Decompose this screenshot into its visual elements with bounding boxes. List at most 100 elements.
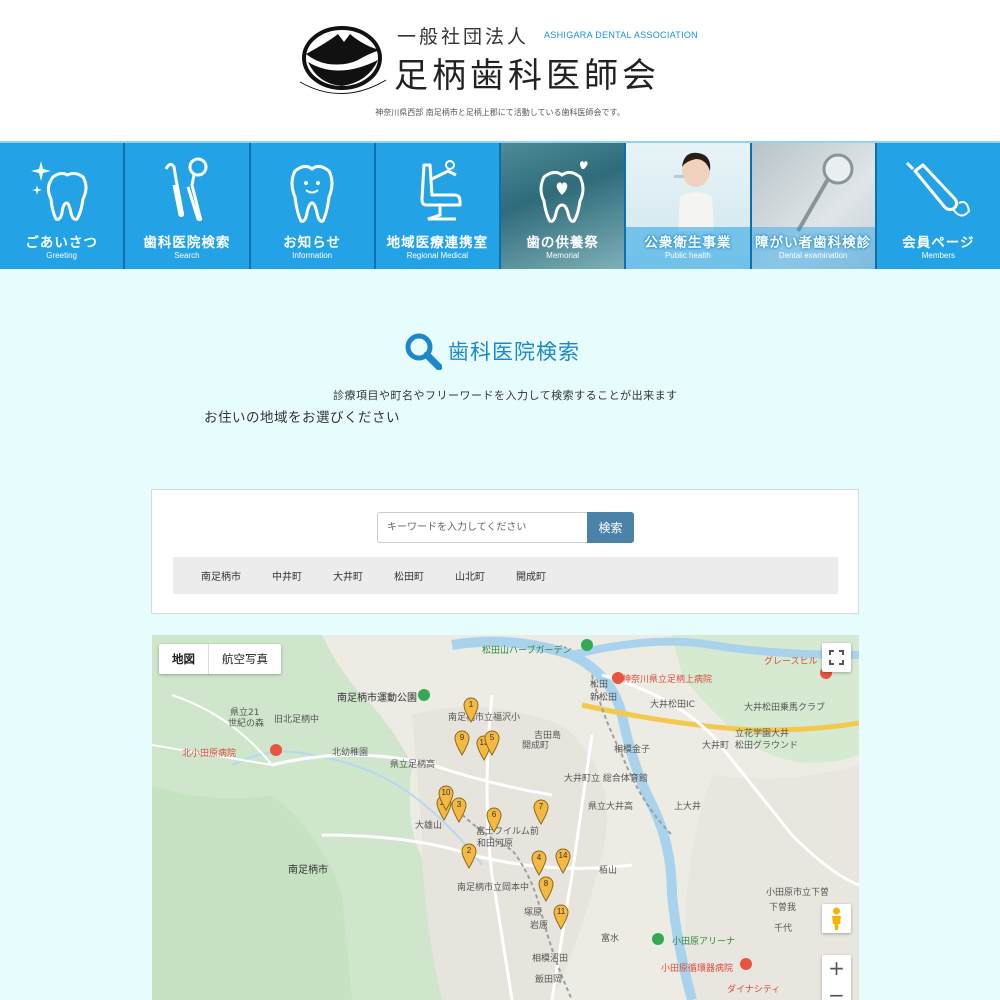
nav-sublabel: Regional Medical [406,251,469,260]
section-title: 歯科医院検索 [404,332,580,370]
hospital-poi-icon[interactable] [270,744,282,756]
clinic-marker[interactable]: 8 [538,876,554,902]
nav-item-members[interactable]: 会員ページ Members [876,143,1000,269]
org-prefix: 一般社団法人 [397,26,530,48]
map-label: 和田河原 [477,839,514,849]
park-poi-icon[interactable] [418,689,430,701]
clinic-map[interactable]: 松田山ハーブガーデン 神奈川県立足柄上病院 グレースヒル 南足柄市運動公園 県立… [152,635,859,1000]
nav-item-memorial[interactable]: 歯の供養祭 Memorial [501,143,627,269]
nav-label: ごあいさつ [25,235,98,251]
nav-label: 公衆衛生事業 [644,235,732,251]
map-label: 大井松田IC [650,700,695,710]
clinic-marker[interactable]: 5 [484,730,500,756]
nav-sublabel: Members [921,251,956,260]
site-header: 一般社団法人 ASHIGARA DENTAL ASSOCIATION 足柄歯科医… [0,0,1000,141]
keyword-input[interactable] [377,512,588,543]
map-label: 県立足柄高 [390,760,436,770]
map-label: 相模沼田 [532,954,569,964]
marker-number: 10 [441,788,451,797]
map-label: 飯田岡 [535,975,563,985]
marker-number: 2 [466,846,472,855]
marker-number: 8 [543,879,549,888]
org-name[interactable]: 足柄歯科医師会 [394,48,660,97]
pegman-icon [832,907,841,930]
map-label: 相模金子 [614,745,651,755]
nav-label: 会員ページ [902,235,975,251]
search-panel: 検索 南足柄市 中井町 大井町 松田町 山北町 開成町 [151,489,859,614]
map-type-control: 地図 航空写真 [159,644,281,674]
town-link-matsuda[interactable]: 松田町 [394,568,424,583]
marker-number: 6 [491,810,497,819]
park-poi-icon[interactable] [581,639,593,651]
nav-label: お知らせ [283,235,341,251]
nav-label: 歯科医院検索 [143,235,231,251]
town-link-minamiashigara[interactable]: 南足柄市 [201,568,241,583]
map-label: 小田原循環器病院 [661,964,734,974]
street-view-button[interactable] [822,904,851,933]
hospital-poi-icon[interactable] [740,958,752,970]
town-link-oi[interactable]: 大井町 [333,568,363,583]
sparkle-tooth-icon [30,161,88,221]
map-label: 南足柄市運動公園 [337,693,417,704]
association-logo-icon[interactable] [298,20,390,98]
clinic-marker[interactable]: 2 [461,843,477,869]
map-label: 千代 [774,924,793,934]
fullscreen-icon [829,650,844,665]
town-link-kaisei[interactable]: 開成町 [516,568,546,583]
nav-item-public-health[interactable]: 公衆衛生事業 Public health [626,143,752,269]
marker-number: 14 [558,851,568,860]
nav-item-regional-medical[interactable]: 地域医療連携室 Regional Medical [375,143,501,269]
map-label: 大井町 [702,741,730,751]
fullscreen-button[interactable] [822,643,851,672]
nav-label: 地域医療連携室 [386,235,489,251]
map-label: 北幼稚園 [332,748,369,758]
nav-item-greeting[interactable]: ごあいさつ Greeting [0,143,126,269]
map-label: 上大井 [674,802,702,812]
dental-drill-icon [906,161,971,217]
marker-number: 9 [459,733,465,742]
nav-sublabel: Dental examination [778,251,848,260]
clinic-marker[interactable]: 14 [555,848,571,874]
nav-sublabel: Greeting [46,251,77,260]
clinic-marker[interactable]: 11 [553,904,569,930]
map-label: 富水 [601,934,620,944]
town-link-yamakita[interactable]: 山北町 [455,568,485,583]
dental-mirror-photo [795,153,853,232]
clinic-marker[interactable]: 10 [438,785,454,811]
map-label: 岩原 [530,921,549,931]
search-button[interactable]: 検索 [587,512,634,543]
search-description: 診療項目や町名やフリーワードを入力して検索することが出来ます [333,389,678,402]
map-label: 小田原市立下曽 [766,888,830,898]
map-label: 新松田 [590,693,618,703]
nav-item-search[interactable]: 歯科医院検索 Search [125,143,251,269]
town-link-nakai[interactable]: 中井町 [272,568,302,583]
map-label: 松田グラウンド [735,741,799,751]
nav-sublabel: Search [174,251,200,260]
zoom-in-button[interactable]: + [822,955,851,982]
map-type-satellite-button[interactable]: 航空写真 [209,644,281,674]
clinic-marker[interactable]: 6 [486,807,502,833]
clinic-marker[interactable]: 1 [463,697,479,723]
map-label: 県立大井高 [588,802,634,812]
nav-label: 障がい者歯科検診 [755,235,872,251]
map-label: 南足柄市立福沢小 [448,713,521,723]
hospital-poi-icon[interactable] [612,672,624,684]
map-label: 開成町 [522,741,550,751]
map-type-roadmap-button[interactable]: 地図 [159,644,209,674]
clinic-marker[interactable]: 9 [454,730,470,756]
zoom-out-button[interactable]: − [822,982,851,1000]
tagline: 神奈川県西部 南足柄市と足柄上郡にて活動している歯科医師会です。 [375,108,625,117]
map-label: 大井松田乗馬クラブ [744,703,826,713]
map-label: 大井町立 総合体育館 [564,774,648,784]
nav-item-information[interactable]: お知らせ Information [250,143,376,269]
map-label: 松田山ハーブガーデン [482,646,572,656]
main-nav: ごあいさつ Greeting 歯科医院検索 Search お知らせ Inform… [0,141,1000,269]
map-label: 神奈川県立足柄上病院 [622,675,713,685]
nav-label: 歯の供養祭 [526,235,599,251]
clinic-marker[interactable]: 7 [533,799,549,825]
nav-item-dental-examination[interactable]: 障がい者歯科検診 Dental examination [751,143,877,269]
area-heading: お住いの地域をお選びください [204,410,400,426]
dental-chair-icon [420,160,462,221]
park-poi-icon[interactable] [652,933,664,945]
clinic-marker[interactable]: 4 [531,850,547,876]
